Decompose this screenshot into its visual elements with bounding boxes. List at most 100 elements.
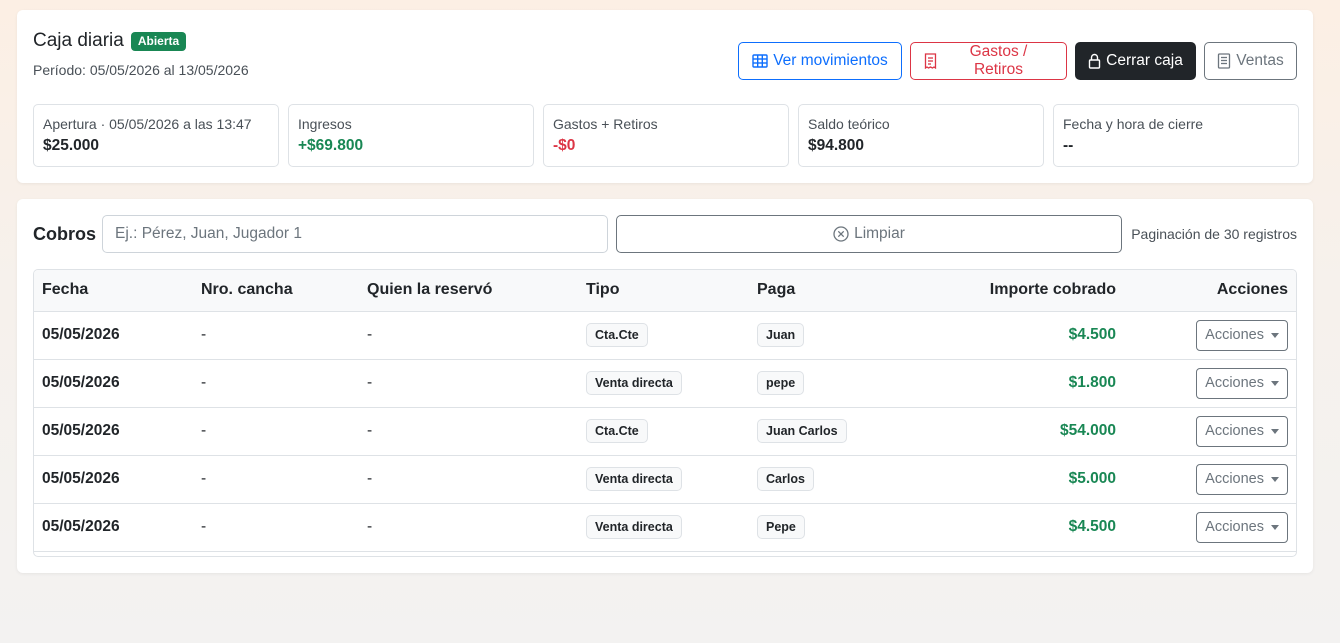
acciones-dropdown[interactable]: Acciones: [1196, 319, 1288, 351]
cell-paga: Pepe: [749, 503, 899, 551]
cell-importe: $4.500: [1068, 326, 1116, 343]
cell-quien: -: [367, 470, 373, 487]
acciones-label: Acciones: [1205, 423, 1264, 439]
paga-badge: Juan: [757, 323, 805, 347]
acciones-dropdown[interactable]: Acciones: [1196, 367, 1288, 399]
cell-tipo: Venta directa: [578, 359, 749, 407]
stat-label: Apertura · 05/05/2026 a las 13:47: [43, 116, 252, 132]
cerrar-caja-label: Cerrar caja: [1106, 52, 1183, 69]
table-row: 05/05/2026 - - Cta.Cte Juan Carlos $54.0…: [34, 407, 1296, 455]
stat-label: Gastos + Retiros: [553, 116, 658, 132]
page-title: Caja diaria: [33, 30, 124, 51]
cell-quien: -: [367, 326, 373, 343]
column-header-cancha[interactable]: Nro. cancha: [193, 270, 359, 312]
filter-row: Cobros Limpiar Paginación de 30 registro…: [33, 215, 1297, 253]
status-badge: Abierta: [130, 31, 187, 51]
paga-badge: Pepe: [757, 515, 805, 539]
acciones-dropdown[interactable]: Acciones: [1196, 511, 1288, 543]
cell-acciones: Acciones: [1124, 503, 1296, 551]
table-icon: [752, 54, 768, 68]
column-header-fecha[interactable]: Fecha: [34, 270, 193, 312]
column-header-importe[interactable]: Importe cobrado: [899, 270, 1124, 312]
paga-badge: Carlos: [757, 467, 814, 491]
cell-quien: -: [367, 374, 373, 391]
caret-down-icon: [1271, 476, 1279, 482]
summary-card: Caja diaria Abierta Período: 05/05/2026 …: [17, 10, 1313, 183]
cell-paga: Juan Carlos: [749, 407, 899, 455]
gastos-retiros-button[interactable]: Gastos / Retiros: [910, 42, 1067, 80]
ventas-button[interactable]: Ventas: [1204, 42, 1297, 80]
cell-tipo: Cta.Cte: [578, 407, 749, 455]
ver-movimientos-button[interactable]: Ver movimientos: [738, 42, 902, 80]
acciones-label: Acciones: [1205, 471, 1264, 487]
cell-cancha: -: [201, 374, 207, 391]
stat-label: Fecha y hora de cierre: [1063, 116, 1204, 132]
paga-badge: Juan Carlos: [757, 419, 847, 443]
gastos-retiros-label: Gastos / Retiros: [969, 43, 1028, 78]
cell-importe: $4.500: [1068, 518, 1116, 535]
ver-movimientos-label: Ver movimientos: [773, 52, 888, 69]
cell-tipo: Cta.Cte: [578, 311, 749, 359]
stat-label: Saldo teórico: [808, 116, 890, 132]
cerrar-caja-button[interactable]: Cerrar caja: [1075, 42, 1196, 80]
cell-tipo: Venta directa: [578, 503, 749, 551]
tipo-badge: Venta directa: [586, 467, 682, 491]
table-row: 05/05/2026 - - Venta directa Pepe $4.500…: [34, 503, 1296, 551]
column-header-acciones: Acciones: [1124, 270, 1296, 312]
caret-down-icon: [1271, 332, 1279, 338]
cobros-table: Fecha Nro. cancha Quien la reservó Tipo …: [33, 269, 1297, 557]
caret-down-icon: [1271, 380, 1279, 386]
cell-acciones: Acciones: [1124, 455, 1296, 503]
stat-value: -$0: [553, 137, 576, 154]
close-circle-icon: [833, 226, 849, 242]
table-row: 05/05/2026 - - Venta directa pepe $1.800…: [34, 359, 1296, 407]
cell-acciones: Acciones: [1124, 407, 1296, 455]
stat-label: Ingresos: [298, 116, 352, 132]
clear-button[interactable]: Limpiar: [616, 215, 1122, 253]
search-input[interactable]: [102, 215, 608, 253]
cell-fecha: 05/05/2026: [42, 326, 120, 343]
ventas-label: Ventas: [1236, 52, 1284, 69]
cell-fecha: 05/05/2026: [42, 422, 120, 439]
acciones-label: Acciones: [1205, 519, 1264, 535]
cell-fecha: 05/05/2026: [42, 470, 120, 487]
column-header-quien[interactable]: Quien la reservó: [359, 270, 578, 312]
cell-paga: Juan: [749, 311, 899, 359]
column-header-tipo[interactable]: Tipo: [578, 270, 749, 312]
table-header-row: Fecha Nro. cancha Quien la reservó Tipo …: [34, 270, 1296, 312]
stats-row: Apertura · 05/05/2026 a las 13:47 $25.00…: [33, 104, 1299, 167]
acciones-dropdown[interactable]: Acciones: [1196, 463, 1288, 495]
tipo-badge: Venta directa: [586, 371, 682, 395]
tipo-badge: Cta.Cte: [586, 323, 648, 347]
stat-gastos-retiros: Gastos + Retiros -$0: [543, 104, 789, 167]
cell-cancha: -: [201, 518, 207, 535]
stat-apertura: Apertura · 05/05/2026 a las 13:47 $25.00…: [33, 104, 279, 167]
caret-down-icon: [1271, 428, 1279, 434]
caret-down-icon: [1271, 524, 1279, 530]
cobros-card: Cobros Limpiar Paginación de 30 registro…: [17, 199, 1313, 573]
cell-importe: $54.000: [1059, 422, 1116, 439]
cell-fecha: 05/05/2026: [42, 518, 120, 535]
table-row: 05/05/2026 - - Venta directa Carlos $5.0…: [34, 455, 1296, 503]
cell-quien: -: [367, 422, 373, 439]
stat-value: --: [1063, 137, 1074, 154]
tipo-badge: Venta directa: [586, 515, 682, 539]
title-row: Caja diaria Abierta: [33, 30, 187, 52]
acciones-dropdown[interactable]: Acciones: [1196, 415, 1288, 447]
cell-cancha: -: [201, 326, 207, 343]
cell-importe: $1.800: [1068, 374, 1116, 391]
tipo-badge: Cta.Cte: [586, 419, 648, 443]
clear-label: Limpiar: [854, 225, 905, 242]
stat-value: +$69.800: [298, 137, 364, 154]
stat-ingresos: Ingresos +$69.800: [288, 104, 534, 167]
period-text: Período: 05/05/2026 al 13/05/2026: [33, 62, 249, 78]
cell-cancha: -: [201, 422, 207, 439]
stat-value: $25.000: [43, 137, 100, 154]
column-header-paga[interactable]: Paga: [749, 270, 899, 312]
cell-acciones: Acciones: [1124, 311, 1296, 359]
cell-paga: pepe: [749, 359, 899, 407]
lock-icon: [1088, 53, 1101, 69]
cell-acciones: Acciones: [1124, 359, 1296, 407]
stat-value: $94.800: [808, 137, 865, 154]
document-icon: [1218, 53, 1231, 69]
